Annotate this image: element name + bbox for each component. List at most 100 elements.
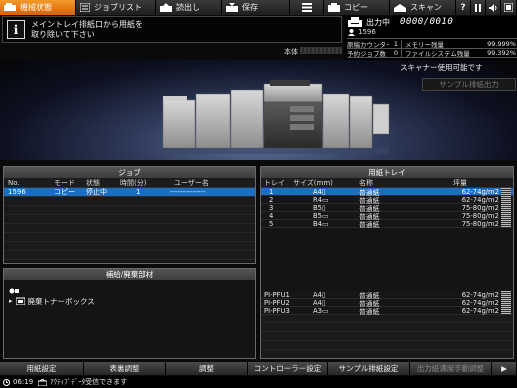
original-counter-value: 1: [389, 39, 402, 48]
tray-weight: 75-80g/m2: [461, 203, 499, 212]
memory-value: 99.999%: [487, 39, 516, 48]
col-user: ユーザー名: [174, 178, 209, 187]
job-mode: コピー: [54, 188, 75, 196]
tab-label: スキャン: [410, 3, 442, 12]
tray-size: A4▯: [301, 299, 357, 307]
original-counter-label: 原稿カウンター: [347, 40, 389, 49]
memory-label: メモリー残量: [405, 40, 444, 49]
tab-machine-status[interactable]: 機械状態: [0, 0, 76, 15]
adjust-button[interactable]: 調整: [166, 362, 248, 375]
tray-size: R4▭: [291, 196, 357, 204]
tab-label: コピー: [344, 3, 368, 12]
job-row[interactable]: 1596 コピー 停止中 1 --------------: [4, 188, 255, 197]
portrait-icon: ▯: [321, 290, 326, 299]
tray-size-text: B5: [313, 203, 322, 212]
waste-toner-icon: [15, 297, 25, 305]
paper-level-gauge: [501, 212, 511, 219]
user-number: 1596: [358, 28, 376, 36]
machine-body-label: 本体: [284, 48, 298, 56]
settings-icon: [504, 3, 513, 12]
supply-label: 廃棄トナーボックス: [27, 296, 95, 306]
scanner-status: スキャナー使用可能です: [400, 63, 483, 72]
tray-panel-title: 用紙トレイ: [261, 167, 513, 178]
pause-button[interactable]: [471, 0, 486, 15]
paper-tray-panel: 用紙トレイ トレイ サイズ(mm) 名称 坪量 1 A4▯ 普通紙 62-74g…: [260, 166, 514, 359]
machine-state: 出力中: [366, 17, 390, 27]
settings-button[interactable]: [501, 0, 517, 15]
menu-icon: [301, 3, 312, 12]
machine-body-progress: [300, 47, 342, 54]
sample-output-setting-button[interactable]: サンプル排紙設定: [328, 362, 410, 375]
landscape-icon: ▭: [322, 219, 329, 228]
controller-setting-button[interactable]: コントローラー設定: [248, 362, 328, 375]
tab-job-list[interactable]: ジョブリスト: [76, 0, 156, 15]
current-user: 1596: [348, 28, 376, 36]
job-no: 1596: [8, 188, 26, 196]
tab-menu[interactable]: [290, 0, 324, 15]
supply-item-waste-toner: ▸ 廃棄トナーボックス: [4, 296, 255, 306]
sound-icon: [488, 3, 496, 12]
paper-level-gauge: [501, 299, 511, 306]
paper-level-gauge: [501, 291, 511, 298]
machine-icon: [4, 3, 16, 11]
landscape-icon: ▭: [322, 195, 329, 204]
reserved-jobs-value: 0: [389, 49, 402, 57]
tray-weight: 62-74g/m2: [461, 298, 499, 307]
bottom-button-bar: 用紙設定 表裏調整 調整 コントローラー設定 サンプル排紙設定 出力紙濃度手動調…: [0, 362, 517, 375]
tray-size: B5▭: [291, 212, 357, 220]
filesystem-label: ファイルシステム残量: [405, 50, 470, 58]
tray-list-spacer: [261, 228, 513, 291]
tray-size-text: A4: [313, 290, 322, 299]
tray-id: PI-PFU3: [264, 306, 290, 315]
job-list: 1596 コピー 停止中 1 --------------: [4, 188, 255, 262]
sound-button[interactable]: [486, 0, 501, 15]
tab-copy[interactable]: コピー: [324, 0, 390, 15]
landscape-icon: ▭: [322, 211, 329, 220]
density-manual-adjust-button[interactable]: 出力紙濃度手動調整: [410, 362, 492, 375]
tray-id: 4: [269, 211, 274, 220]
tray-size-text: B4: [313, 219, 322, 228]
printer-icon: [348, 17, 362, 27]
reserved-jobs-label: 予約ジョブ数: [347, 50, 386, 58]
paper-setting-button[interactable]: 用紙設定: [0, 362, 84, 375]
info-icon: i: [7, 20, 25, 39]
sample-output-button[interactable]: サンプル排紙出力: [422, 78, 516, 91]
tab-retrieve[interactable]: 読出し: [156, 0, 222, 15]
tray-id: PI-PFU2: [264, 298, 290, 307]
message-text: メイントレイ排紙口から用紙を 取り除いて下さい: [31, 20, 143, 40]
portrait-icon: ▯: [321, 187, 326, 196]
tab-scan[interactable]: スキャン: [390, 0, 456, 15]
output-counter: 0000/0010: [400, 17, 454, 27]
col-weight: 坪量: [453, 178, 467, 187]
col-time: 時間(分): [120, 178, 147, 187]
tray-weight: 75-80g/m2: [461, 219, 499, 228]
tray-size: A3▭: [301, 307, 357, 315]
message-box: i メイントレイ排紙口から用紙を 取り除いて下さい: [2, 16, 342, 43]
status-row: 原稿カウンター 1 メモリー残量 99.999%: [347, 38, 517, 49]
tray-id: PI-PFU1: [264, 290, 290, 299]
top-tab-bar: 機械状態 ジョブリスト 読出し 保存 コピー スキャン ?: [0, 0, 517, 15]
tray-id: 1: [269, 187, 274, 196]
help-button[interactable]: ?: [456, 0, 471, 15]
status-row: 予約ジョブ数 0 ファイルシステム残量 99.392%: [347, 48, 517, 58]
pause-icon: [475, 3, 481, 12]
col-state: 状態: [86, 178, 100, 187]
tray-size-text: R4: [313, 195, 323, 204]
tray-size: A4▯: [291, 188, 357, 196]
tray-id: 2: [269, 195, 274, 204]
message-line-1: メイントレイ排紙口から用紙を: [31, 20, 143, 29]
tray-weight: 62-74g/m2: [461, 187, 499, 196]
tray-size-text: A4: [313, 298, 322, 307]
supplies-list: ▸ 廃棄トナーボックス: [4, 280, 255, 306]
retrieve-icon: [160, 3, 172, 12]
tray-row[interactable]: 5 B4▭ 普通紙 75-80g/m2: [261, 219, 513, 229]
pfu-tray-row[interactable]: PI-PFU3 A3▭ 普通紙 62-74g/m2: [261, 306, 513, 316]
job-state: 停止中: [86, 188, 107, 196]
front-back-adjust-button[interactable]: 表裏調整: [84, 362, 166, 375]
data-receive-icon: [38, 378, 48, 386]
tray-size-text: B5: [313, 211, 322, 220]
help-icon: ?: [460, 2, 466, 13]
tab-save[interactable]: 保存: [222, 0, 290, 15]
col-no: No.: [8, 178, 20, 187]
next-page-button[interactable]: ▶: [492, 362, 517, 375]
